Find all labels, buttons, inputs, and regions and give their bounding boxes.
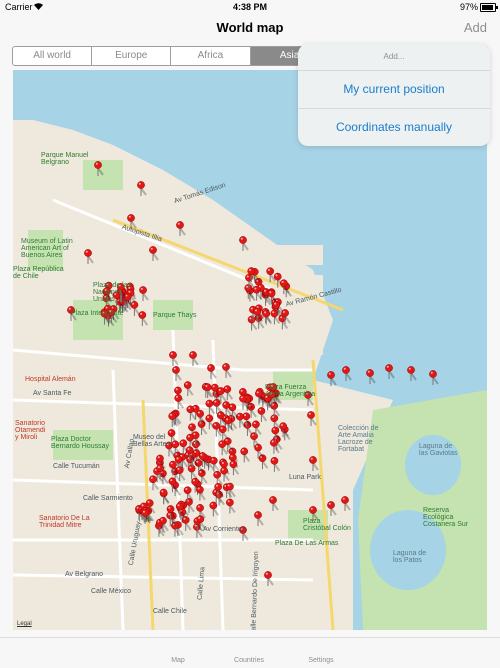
segment-all-world[interactable]: All world — [13, 47, 93, 65]
map-pin[interactable] — [137, 181, 147, 196]
status-bar: Carrier 4:38 PM 97% — [0, 0, 500, 14]
map-pin[interactable] — [385, 364, 395, 379]
label-plaza-republica: Plaza República de Chile — [13, 266, 64, 280]
label-plaza-intendente: Plaza Intendente — [71, 310, 124, 317]
map-pin[interactable] — [220, 466, 230, 482]
tab-countries[interactable]: Countries — [219, 657, 279, 664]
label-coleccion-fortabat: Colección de Arte Amalia Lacroze de Fortaba… — [338, 425, 379, 453]
map-pin[interactable] — [309, 456, 319, 471]
map-pin[interactable] — [341, 496, 351, 511]
battery-percentage: 97% — [459, 2, 478, 12]
label-laguna-gaviotas: Laguna de las Gaviotas — [419, 443, 458, 457]
map-pin[interactable] — [210, 456, 220, 472]
battery-icon — [480, 3, 498, 12]
label-laguna-patos: Laguna de los Patos — [393, 550, 427, 564]
label-plaza-naciones: Plaza de las Naciones Unidas — [93, 282, 132, 303]
clock: 4:38 PM — [232, 2, 267, 12]
label-calle-mexico: Calle México — [91, 588, 132, 595]
label-av-belgrano: Av Belgrano — [65, 571, 104, 578]
map-pin[interactable] — [327, 501, 337, 516]
map-pin[interactable] — [174, 394, 185, 410]
map-pin[interactable] — [254, 511, 264, 526]
map-pin[interactable] — [407, 366, 417, 381]
map-pin[interactable] — [94, 161, 104, 176]
label-reserva: Reserva Ecológica Costanera Sur — [423, 507, 469, 528]
map-pin[interactable] — [209, 501, 220, 517]
map-pin[interactable] — [266, 267, 276, 283]
map-pin[interactable] — [327, 371, 337, 386]
label-luna-park: Luna Park — [289, 474, 321, 481]
map-pin[interactable] — [429, 370, 439, 385]
map-pin[interactable] — [84, 249, 94, 264]
map-pin[interactable] — [138, 311, 149, 327]
label-av-santa-fe: Av Santa Fe — [33, 390, 72, 397]
map-pin[interactable] — [342, 366, 352, 381]
label-calle-tucuman: Calle Tucumán — [53, 463, 100, 470]
popover-title: Add... — [298, 44, 490, 71]
label-plaza-fuerza: Plaza Fuerza Aérea Argentina — [265, 384, 316, 398]
segment-africa[interactable]: Africa — [171, 47, 251, 65]
map-pin[interactable] — [226, 498, 236, 514]
map-pin[interactable] — [176, 221, 186, 236]
label-calle-sarmiento: Calle Sarmiento — [83, 495, 133, 502]
add-popover: Add... My current position Coordinates m… — [298, 44, 490, 146]
world-map[interactable]: Parque Manuel Belgrano Museum of Latin Ame… — [13, 70, 487, 630]
map-pin[interactable] — [270, 456, 281, 472]
map-pin[interactable] — [264, 571, 274, 586]
map-pin[interactable] — [254, 443, 264, 459]
label-parque-manuel-belgrano: Parque Manuel Belgrano — [41, 152, 89, 166]
label-calle-chile: Calle Chile — [153, 608, 187, 615]
label-hospital-aleman: Hospital Alemán — [25, 376, 76, 383]
label-plaza-colon: Plaza Cristóbal Colón — [303, 518, 351, 532]
map-pin[interactable] — [269, 496, 279, 511]
map-pin[interactable] — [257, 407, 268, 422]
label-av-corrientes: Av Corrientes — [203, 526, 246, 533]
map-pin[interactable] — [181, 516, 192, 531]
navigation-bar: World map Add — [0, 14, 500, 44]
map-pin[interactable] — [366, 369, 376, 384]
label-sanatorio-otamendi: Sanatorio Otamendi y Miroli — [15, 420, 46, 441]
map-pin[interactable] — [189, 351, 199, 366]
map-pin[interactable] — [240, 447, 251, 463]
add-button[interactable]: Add — [464, 20, 487, 35]
my-current-position-option[interactable]: My current position — [298, 71, 490, 109]
label-sanatorio-trinidad: Sanatorio De La Trinidad Mitre — [39, 515, 90, 529]
segment-europe[interactable]: Europe — [92, 47, 172, 65]
map-pin[interactable] — [149, 246, 159, 261]
map-pin[interactable] — [130, 301, 141, 316]
legal-link[interactable]: Legal — [17, 621, 32, 627]
map-pin[interactable] — [223, 385, 234, 401]
label-plaza-armas: Plaza De Las Armas — [275, 540, 339, 547]
map-pin[interactable] — [172, 366, 182, 381]
coordinates-manually-option[interactable]: Coordinates manually — [298, 109, 490, 146]
tab-bar: Map Countries Settings — [0, 637, 500, 668]
label-parque-thays: Parque Thays — [153, 312, 197, 319]
label-plaza-doctor: Plaza Doctor Bernardo Houssay — [51, 436, 109, 450]
map-pin[interactable] — [187, 464, 198, 480]
map-pin[interactable] — [239, 236, 249, 251]
map-pin[interactable] — [169, 351, 179, 366]
tab-map[interactable]: Map — [148, 657, 208, 664]
map-pin[interactable] — [139, 286, 149, 302]
map-pin[interactable] — [222, 363, 232, 378]
map-pin[interactable] — [207, 364, 217, 379]
tab-settings[interactable]: Settings — [291, 657, 351, 664]
label-museum-latin: Museum of Latin American Art of Buenos Air… — [21, 238, 73, 259]
label-museo-bellas: Museo del Bellas Artes — [133, 434, 170, 448]
map-pin[interactable] — [183, 381, 194, 397]
map-pin[interactable] — [307, 411, 317, 426]
page-title: World map — [216, 20, 284, 35]
